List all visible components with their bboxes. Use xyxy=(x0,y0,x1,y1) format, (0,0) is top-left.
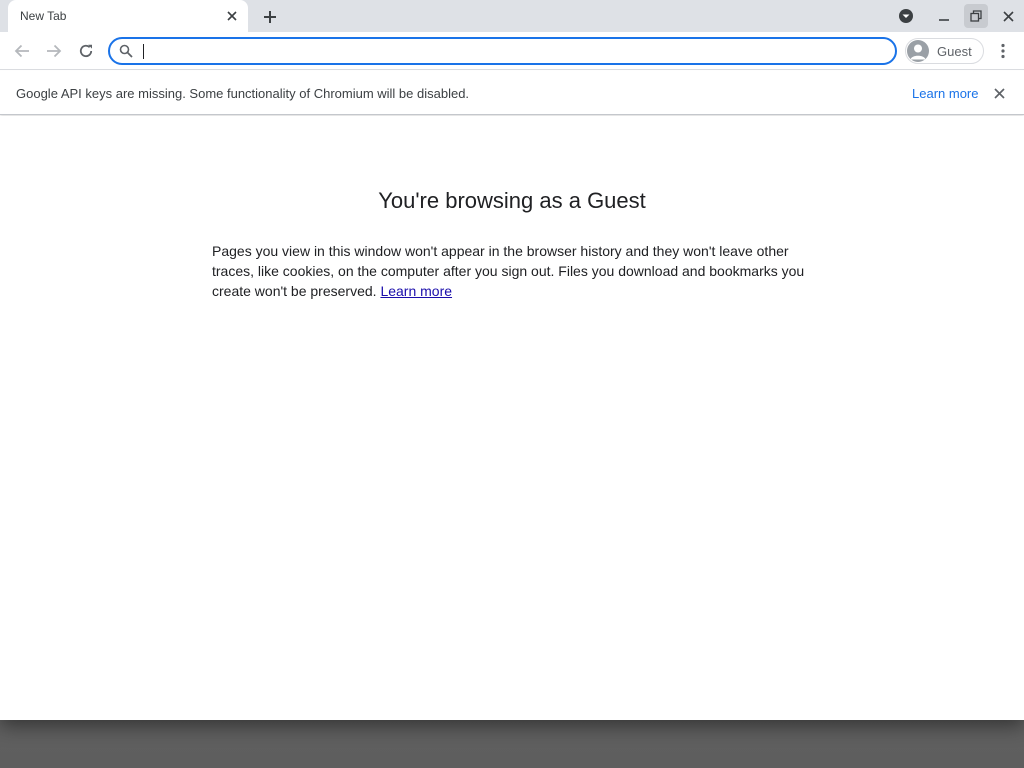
reload-icon xyxy=(79,44,93,57)
profile-label: Guest xyxy=(937,44,972,59)
guest-description-text: Pages you view in this window won't appe… xyxy=(212,243,805,299)
restore-icon xyxy=(970,10,982,22)
omnibox[interactable] xyxy=(108,37,897,65)
infobar-close-icon[interactable] xyxy=(990,84,1008,102)
tab-search-button[interactable] xyxy=(894,4,918,28)
tab-title: New Tab xyxy=(20,9,67,23)
avatar-icon xyxy=(907,40,929,62)
omnibox-input[interactable] xyxy=(142,42,882,60)
more-vert-icon xyxy=(1001,43,1005,59)
back-arrow-icon xyxy=(14,44,29,58)
learn-more-link[interactable]: Learn more xyxy=(380,283,452,299)
tab-strip: New Tab xyxy=(0,0,1024,32)
toolbar: Guest xyxy=(0,32,1024,70)
new-tab-button[interactable] xyxy=(258,5,282,29)
close-window-button[interactable] xyxy=(996,4,1020,28)
browser-window: New Tab Guest Google API keys are missin… xyxy=(0,0,1024,720)
tab-search-icon xyxy=(899,9,913,23)
tab-close-icon[interactable] xyxy=(224,8,240,24)
browser-menu-button[interactable] xyxy=(992,39,1014,63)
infobar-message: Google API keys are missing. Some functi… xyxy=(16,86,470,101)
plus-icon xyxy=(264,11,276,23)
forward-button[interactable] xyxy=(40,37,68,65)
tab-new-tab[interactable]: New Tab xyxy=(8,0,248,32)
back-button[interactable] xyxy=(8,37,36,65)
infobar-learn-more-link[interactable]: Learn more xyxy=(912,86,978,101)
text-cursor xyxy=(143,44,144,59)
guest-description: Pages you view in this window won't appe… xyxy=(212,241,812,301)
reload-button[interactable] xyxy=(72,37,100,65)
restore-button[interactable] xyxy=(964,4,988,28)
search-icon xyxy=(119,44,133,58)
close-icon xyxy=(1002,10,1014,22)
minimize-icon xyxy=(939,19,949,21)
forward-arrow-icon xyxy=(47,44,62,58)
page-content: You're browsing as a Guest Pages you vie… xyxy=(0,116,1024,720)
minimize-button[interactable] xyxy=(932,4,956,28)
page-title: You're browsing as a Guest xyxy=(378,188,646,213)
profile-button[interactable]: Guest xyxy=(905,38,984,64)
api-keys-infobar: Google API keys are missing. Some functi… xyxy=(0,71,1024,115)
